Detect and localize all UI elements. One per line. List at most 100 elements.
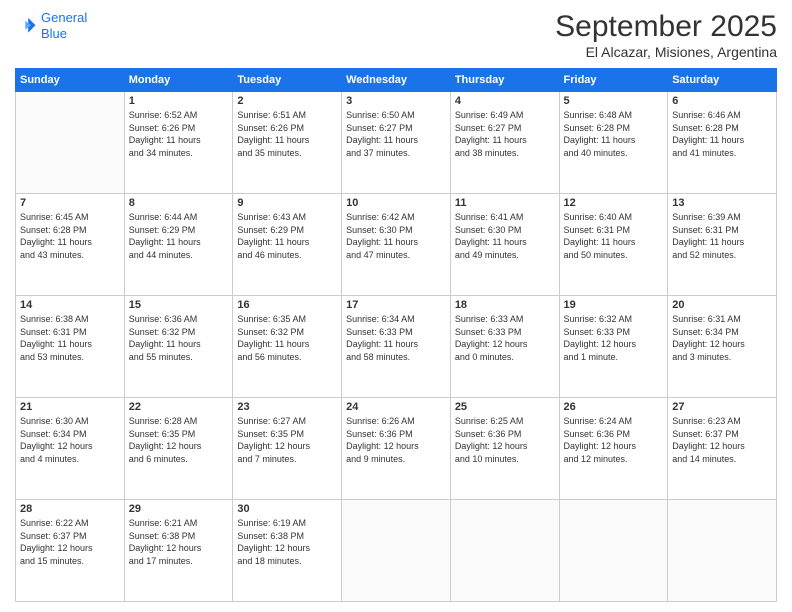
calendar-week-row: 7 Sunrise: 6:45 AM Sunset: 6:28 PM Daylig…: [16, 194, 777, 296]
day-info: Sunrise: 6:42 AM Sunset: 6:30 PM Dayligh…: [346, 211, 446, 261]
day-number: 18: [455, 299, 555, 311]
table-row: 21 Sunrise: 6:30 AM Sunset: 6:34 PM Dayli…: [16, 398, 125, 500]
table-row: 24 Sunrise: 6:26 AM Sunset: 6:36 PM Dayli…: [342, 398, 451, 500]
day-number: 5: [564, 95, 664, 107]
table-row: [450, 500, 559, 602]
logo: General Blue: [15, 10, 87, 41]
day-number: 6: [672, 95, 772, 107]
day-info: Sunrise: 6:46 AM Sunset: 6:28 PM Dayligh…: [672, 109, 772, 159]
day-number: 22: [129, 401, 229, 413]
table-row: 5 Sunrise: 6:48 AM Sunset: 6:28 PM Daylig…: [559, 92, 668, 194]
day-number: 3: [346, 95, 446, 107]
header: General Blue September 2025 El Alcazar, …: [15, 10, 777, 60]
col-wednesday: Wednesday: [342, 69, 451, 92]
col-saturday: Saturday: [668, 69, 777, 92]
day-info: Sunrise: 6:38 AM Sunset: 6:31 PM Dayligh…: [20, 313, 120, 363]
table-row: 13 Sunrise: 6:39 AM Sunset: 6:31 PM Dayli…: [668, 194, 777, 296]
table-row: 4 Sunrise: 6:49 AM Sunset: 6:27 PM Daylig…: [450, 92, 559, 194]
day-info: Sunrise: 6:48 AM Sunset: 6:28 PM Dayligh…: [564, 109, 664, 159]
table-row: 12 Sunrise: 6:40 AM Sunset: 6:31 PM Dayli…: [559, 194, 668, 296]
table-row: 29 Sunrise: 6:21 AM Sunset: 6:38 PM Dayli…: [124, 500, 233, 602]
day-info: Sunrise: 6:26 AM Sunset: 6:36 PM Dayligh…: [346, 415, 446, 465]
day-number: 23: [237, 401, 337, 413]
table-row: 2Sunrise: 6:51 AM Sunset: 6:26 PM Daylig…: [233, 92, 342, 194]
day-number: 24: [346, 401, 446, 413]
calendar-week-row: 1Sunrise: 6:52 AM Sunset: 6:26 PM Daylig…: [16, 92, 777, 194]
day-number: 21: [20, 401, 120, 413]
table-row: 25 Sunrise: 6:25 AM Sunset: 6:36 PM Dayli…: [450, 398, 559, 500]
day-info: Sunrise: 6:22 AM Sunset: 6:37 PM Dayligh…: [20, 517, 120, 567]
calendar-week-row: 21 Sunrise: 6:30 AM Sunset: 6:34 PM Dayli…: [16, 398, 777, 500]
day-info: Sunrise: 6:21 AM Sunset: 6:38 PM Dayligh…: [129, 517, 229, 567]
table-row: 6 Sunrise: 6:46 AM Sunset: 6:28 PM Daylig…: [668, 92, 777, 194]
day-number: 1: [129, 95, 229, 107]
table-row: 23Sunrise: 6:27 AM Sunset: 6:35 PM Dayli…: [233, 398, 342, 500]
col-monday: Monday: [124, 69, 233, 92]
day-number: 26: [564, 401, 664, 413]
table-row: 17 Sunrise: 6:34 AM Sunset: 6:33 PM Dayli…: [342, 296, 451, 398]
day-number: 27: [672, 401, 772, 413]
day-info: Sunrise: 6:45 AM Sunset: 6:28 PM Dayligh…: [20, 211, 120, 261]
table-row: 9 Sunrise: 6:43 AM Sunset: 6:29 PM Daylig…: [233, 194, 342, 296]
day-number: 17: [346, 299, 446, 311]
table-row: 30Sunrise: 6:19 AM Sunset: 6:38 PM Dayli…: [233, 500, 342, 602]
page: General Blue September 2025 El Alcazar, …: [0, 0, 792, 612]
day-number: 12: [564, 197, 664, 209]
table-row: 10 Sunrise: 6:42 AM Sunset: 6:30 PM Dayli…: [342, 194, 451, 296]
day-info: Sunrise: 6:25 AM Sunset: 6:36 PM Dayligh…: [455, 415, 555, 465]
table-row: 18 Sunrise: 6:33 AM Sunset: 6:33 PM Dayli…: [450, 296, 559, 398]
day-number: 2: [237, 95, 337, 107]
day-number: 25: [455, 401, 555, 413]
day-info: Sunrise: 6:19 AM Sunset: 6:38 PM Dayligh…: [237, 517, 337, 567]
logo-text: General Blue: [41, 10, 87, 41]
day-info: Sunrise: 6:41 AM Sunset: 6:30 PM Dayligh…: [455, 211, 555, 261]
calendar-header-row: Sunday Monday Tuesday Wednesday Thursday…: [16, 69, 777, 92]
day-number: 10: [346, 197, 446, 209]
table-row: 20 Sunrise: 6:31 AM Sunset: 6:34 PM Dayli…: [668, 296, 777, 398]
day-number: 9: [237, 197, 337, 209]
table-row: 7 Sunrise: 6:45 AM Sunset: 6:28 PM Daylig…: [16, 194, 125, 296]
day-info: Sunrise: 6:50 AM Sunset: 6:27 PM Dayligh…: [346, 109, 446, 159]
table-row: 26 Sunrise: 6:24 AM Sunset: 6:36 PM Dayli…: [559, 398, 668, 500]
day-info: Sunrise: 6:49 AM Sunset: 6:27 PM Dayligh…: [455, 109, 555, 159]
table-row: 11Sunrise: 6:41 AM Sunset: 6:30 PM Dayli…: [450, 194, 559, 296]
table-row: 1Sunrise: 6:52 AM Sunset: 6:26 PM Daylig…: [124, 92, 233, 194]
day-number: 20: [672, 299, 772, 311]
day-number: 8: [129, 197, 229, 209]
day-number: 16: [237, 299, 337, 311]
title-block: September 2025 El Alcazar, Misiones, Arg…: [555, 10, 777, 60]
day-info: Sunrise: 6:24 AM Sunset: 6:36 PM Dayligh…: [564, 415, 664, 465]
day-info: Sunrise: 6:28 AM Sunset: 6:35 PM Dayligh…: [129, 415, 229, 465]
logo-blue: Blue: [41, 26, 87, 42]
table-row: 14Sunrise: 6:38 AM Sunset: 6:31 PM Dayli…: [16, 296, 125, 398]
day-info: Sunrise: 6:40 AM Sunset: 6:31 PM Dayligh…: [564, 211, 664, 261]
col-tuesday: Tuesday: [233, 69, 342, 92]
day-number: 7: [20, 197, 120, 209]
table-row: 19Sunrise: 6:32 AM Sunset: 6:33 PM Dayli…: [559, 296, 668, 398]
table-row: 15Sunrise: 6:36 AM Sunset: 6:32 PM Dayli…: [124, 296, 233, 398]
day-info: Sunrise: 6:23 AM Sunset: 6:37 PM Dayligh…: [672, 415, 772, 465]
day-info: Sunrise: 6:35 AM Sunset: 6:32 PM Dayligh…: [237, 313, 337, 363]
table-row: 3 Sunrise: 6:50 AM Sunset: 6:27 PM Daylig…: [342, 92, 451, 194]
day-info: Sunrise: 6:43 AM Sunset: 6:29 PM Dayligh…: [237, 211, 337, 261]
subtitle: El Alcazar, Misiones, Argentina: [555, 44, 777, 60]
day-number: 4: [455, 95, 555, 107]
table-row: 22 Sunrise: 6:28 AM Sunset: 6:35 PM Dayli…: [124, 398, 233, 500]
table-row: 16 Sunrise: 6:35 AM Sunset: 6:32 PM Dayli…: [233, 296, 342, 398]
day-number: 28: [20, 503, 120, 515]
day-info: Sunrise: 6:31 AM Sunset: 6:34 PM Dayligh…: [672, 313, 772, 363]
col-thursday: Thursday: [450, 69, 559, 92]
main-title: September 2025: [555, 10, 777, 44]
calendar-week-row: 28 Sunrise: 6:22 AM Sunset: 6:37 PM Dayli…: [16, 500, 777, 602]
day-info: Sunrise: 6:34 AM Sunset: 6:33 PM Dayligh…: [346, 313, 446, 363]
calendar-table: Sunday Monday Tuesday Wednesday Thursday…: [15, 68, 777, 602]
table-row: [342, 500, 451, 602]
day-info: Sunrise: 6:33 AM Sunset: 6:33 PM Dayligh…: [455, 313, 555, 363]
col-sunday: Sunday: [16, 69, 125, 92]
day-number: 13: [672, 197, 772, 209]
table-row: [559, 500, 668, 602]
table-row: [668, 500, 777, 602]
day-info: Sunrise: 6:39 AM Sunset: 6:31 PM Dayligh…: [672, 211, 772, 261]
day-number: 29: [129, 503, 229, 515]
day-info: Sunrise: 6:30 AM Sunset: 6:34 PM Dayligh…: [20, 415, 120, 465]
